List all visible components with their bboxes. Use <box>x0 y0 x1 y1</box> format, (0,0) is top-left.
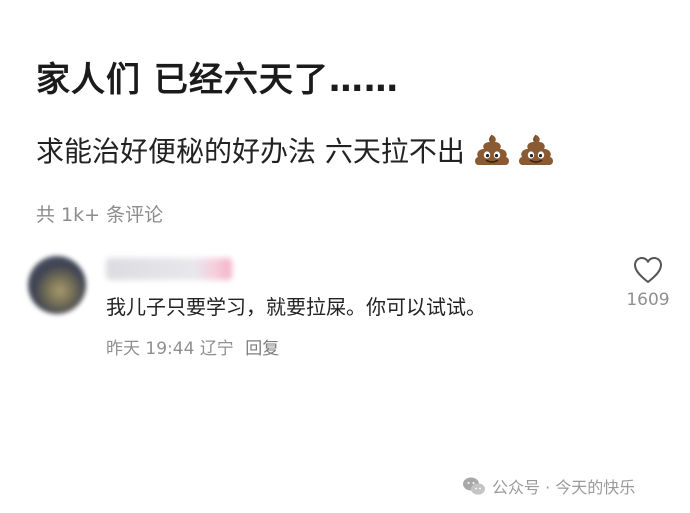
watermark: 公众号 · 今天的快乐 <box>462 474 635 498</box>
emoji-group <box>473 133 555 167</box>
comment-time: 昨天 19:44 <box>106 339 195 359</box>
poop-emoji-icon <box>518 134 553 165</box>
comment-text: 我儿子只要学习，就要拉屎。你可以试试。 <box>106 295 486 319</box>
post-body: 求能治好便秘的好办法 六天拉不出 <box>36 130 555 170</box>
comment-meta: 昨天 19:44 辽宁 回复 <box>106 334 279 359</box>
comment-count[interactable]: 共 1k+ 条评论 <box>36 200 163 227</box>
watermark-text: 公众号 · 今天的快乐 <box>492 478 636 497</box>
wechat-icon <box>463 477 485 495</box>
poop-emoji-icon <box>474 134 509 165</box>
post-body-text: 求能治好便秘的好办法 六天拉不出 <box>36 135 465 168</box>
comment-location: 辽宁 <box>199 339 234 359</box>
heart-icon[interactable] <box>633 256 663 284</box>
like-count: 1609 <box>626 290 670 310</box>
like-button[interactable]: 1609 <box>618 256 678 310</box>
commenter-username-blurred[interactable] <box>106 258 232 280</box>
post-title: 家人们 已经六天了…… <box>36 60 399 100</box>
reply-button[interactable]: 回复 <box>245 339 279 359</box>
commenter-avatar[interactable] <box>28 256 86 314</box>
